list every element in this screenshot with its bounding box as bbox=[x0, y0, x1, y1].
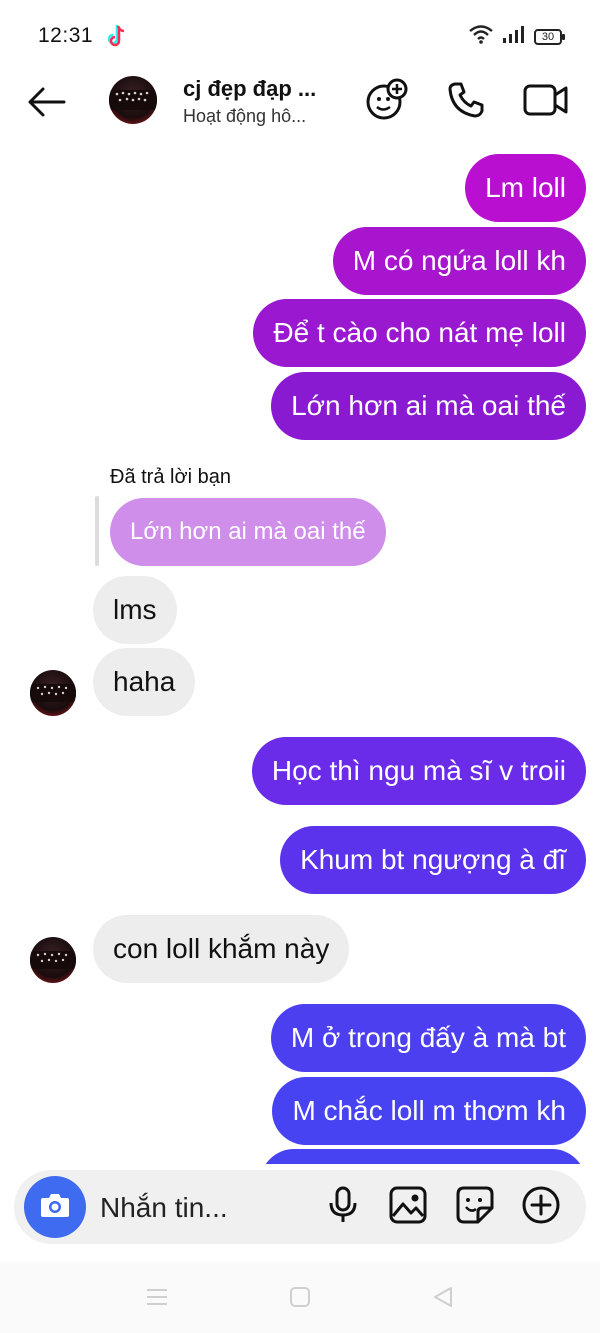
contact-avatar[interactable] bbox=[109, 76, 157, 124]
gallery-button[interactable] bbox=[385, 1184, 431, 1230]
message-text: M chắc loll m thơm kh bbox=[292, 1095, 566, 1126]
message-text: Học thì ngu mà sĩ v troii bbox=[271, 755, 566, 786]
sender-avatar[interactable] bbox=[30, 670, 76, 716]
recent-apps-button[interactable] bbox=[142, 1284, 172, 1314]
message-text: Để t cào cho nát mẹ loll bbox=[273, 317, 566, 348]
message-composer bbox=[14, 1170, 586, 1244]
video-camera-icon bbox=[523, 82, 569, 123]
incoming-message[interactable]: haha bbox=[93, 648, 196, 716]
sticker-button[interactable] bbox=[452, 1184, 498, 1230]
video-call-button[interactable] bbox=[522, 78, 570, 126]
message-text: lms bbox=[113, 594, 157, 625]
message-text: Lớn hơn ai mà oai thế bbox=[291, 390, 566, 421]
phone-icon bbox=[446, 80, 486, 125]
message-list[interactable]: Lm loll M có ngứa loll kh Để t cào cho n… bbox=[0, 140, 600, 1164]
home-button[interactable] bbox=[285, 1284, 315, 1314]
outgoing-message[interactable]: Lớn hơn ai mà oai thế bbox=[271, 372, 586, 440]
system-back-button[interactable] bbox=[428, 1284, 458, 1314]
signal-icon bbox=[502, 25, 526, 48]
add-person-icon bbox=[364, 78, 408, 127]
back-icon bbox=[431, 1285, 455, 1314]
camera-button[interactable] bbox=[24, 1176, 86, 1238]
wifi-icon bbox=[468, 24, 494, 49]
message-text: M ở trong đấy à mà bt bbox=[290, 1022, 566, 1053]
system-nav-bar bbox=[0, 1262, 600, 1333]
battery-icon: 30 bbox=[534, 28, 565, 45]
reply-indicator-bar bbox=[95, 496, 99, 566]
status-bar: 12:31 30 bbox=[0, 0, 600, 70]
outgoing-message-partial[interactable] bbox=[260, 1149, 586, 1164]
outgoing-message[interactable]: Học thì ngu mà sĩ v troii bbox=[251, 737, 586, 805]
incoming-message[interactable]: con loll khắm này bbox=[93, 915, 350, 983]
add-person-button[interactable] bbox=[362, 78, 410, 126]
outgoing-message[interactable]: M chắc loll m thơm kh bbox=[272, 1077, 586, 1145]
message-text: Khum bt ngượng à đĩ bbox=[300, 844, 566, 875]
camera-icon bbox=[39, 1191, 71, 1224]
sender-avatar[interactable] bbox=[30, 937, 76, 983]
outgoing-message[interactable]: Để t cào cho nát mẹ loll bbox=[253, 299, 586, 367]
contact-name[interactable]: cj đẹp đạp ... bbox=[183, 76, 316, 102]
message-text: con loll khắm này bbox=[113, 933, 330, 964]
message-text: Lm loll bbox=[485, 172, 566, 203]
outgoing-message[interactable]: M ở trong đấy à mà bt bbox=[270, 1004, 586, 1072]
incoming-message[interactable]: lms bbox=[93, 576, 177, 644]
voice-call-button[interactable] bbox=[442, 78, 490, 126]
voice-message-button[interactable] bbox=[320, 1184, 366, 1230]
message-input[interactable] bbox=[100, 1188, 310, 1228]
outgoing-message[interactable]: M có ngứa loll kh bbox=[332, 227, 586, 295]
reply-label: Đã trả lời bạn bbox=[110, 466, 231, 488]
chat-header: cj đẹp đạp ... Hoạt động hô... bbox=[0, 70, 600, 140]
more-options-button[interactable] bbox=[518, 1184, 564, 1230]
back-arrow-icon bbox=[26, 87, 66, 122]
replied-message-quote[interactable]: Lớn hơn ai mà oai thế bbox=[110, 498, 386, 566]
tiktok-icon bbox=[106, 23, 128, 49]
plus-icon bbox=[521, 1185, 561, 1230]
quote-text: Lớn hơn ai mà oai thế bbox=[130, 518, 366, 545]
outgoing-message[interactable]: Lm loll bbox=[465, 154, 586, 222]
outgoing-message[interactable]: Khum bt ngượng à đĩ bbox=[280, 826, 586, 894]
microphone-icon bbox=[328, 1186, 358, 1229]
back-button[interactable] bbox=[24, 82, 68, 126]
message-text: haha bbox=[113, 666, 176, 697]
status-time: 12:31 bbox=[38, 24, 94, 47]
message-text: M có ngứa loll kh bbox=[352, 245, 566, 276]
menu-icon bbox=[145, 1287, 169, 1312]
home-icon bbox=[288, 1285, 312, 1314]
contact-status: Hoạt động hô... bbox=[183, 106, 307, 126]
sticker-icon bbox=[456, 1186, 494, 1229]
image-icon bbox=[389, 1186, 427, 1229]
